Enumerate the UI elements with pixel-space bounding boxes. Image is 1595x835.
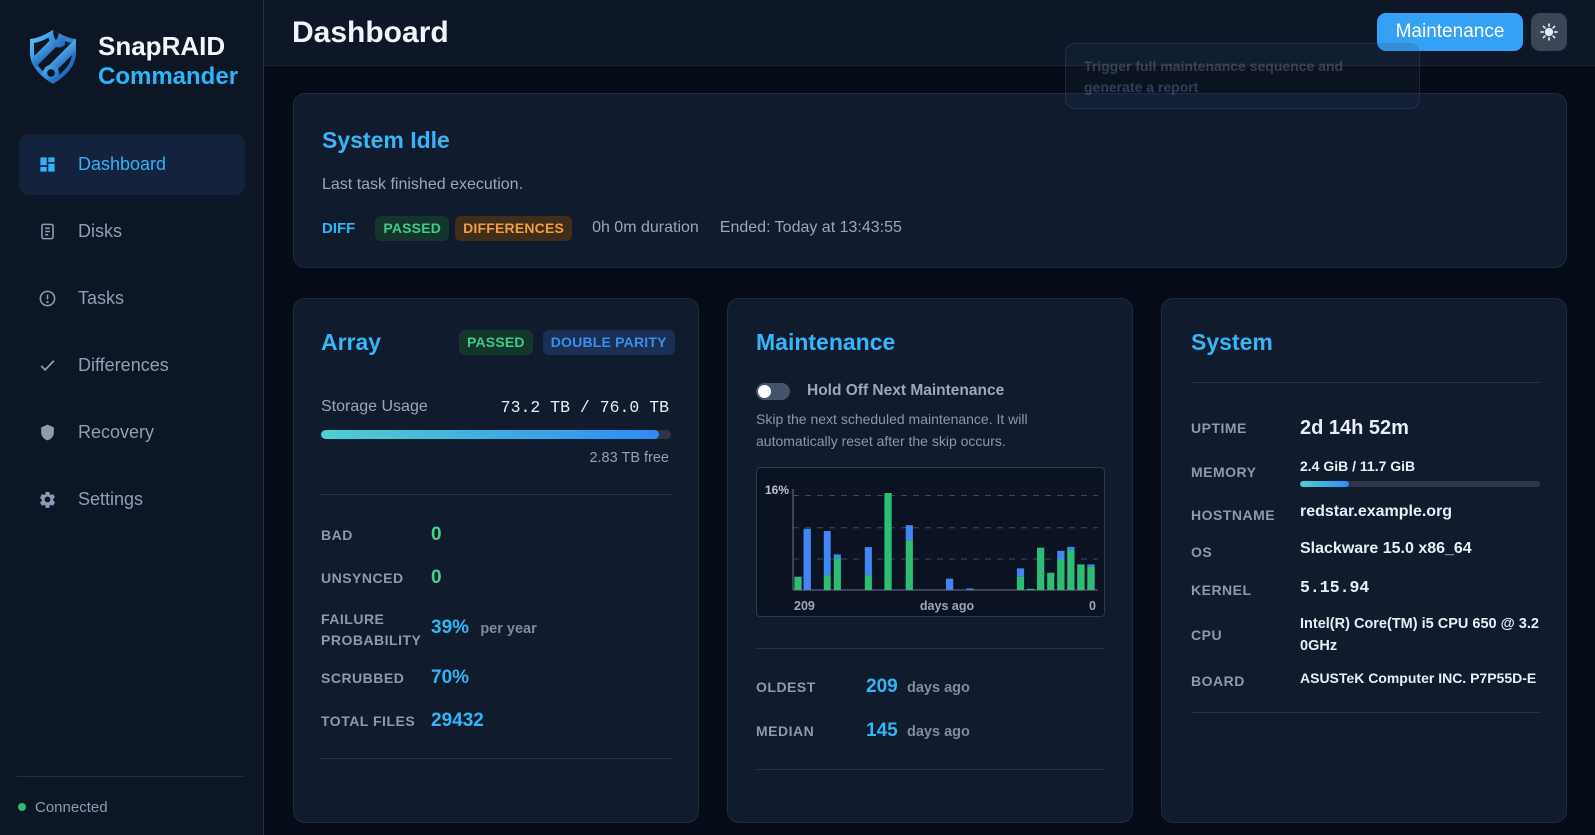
svg-text:days ago: days ago [920,599,975,613]
svg-text:209: 209 [794,599,815,613]
svg-text:16%: 16% [765,483,789,497]
svg-text:0: 0 [1089,599,1096,613]
